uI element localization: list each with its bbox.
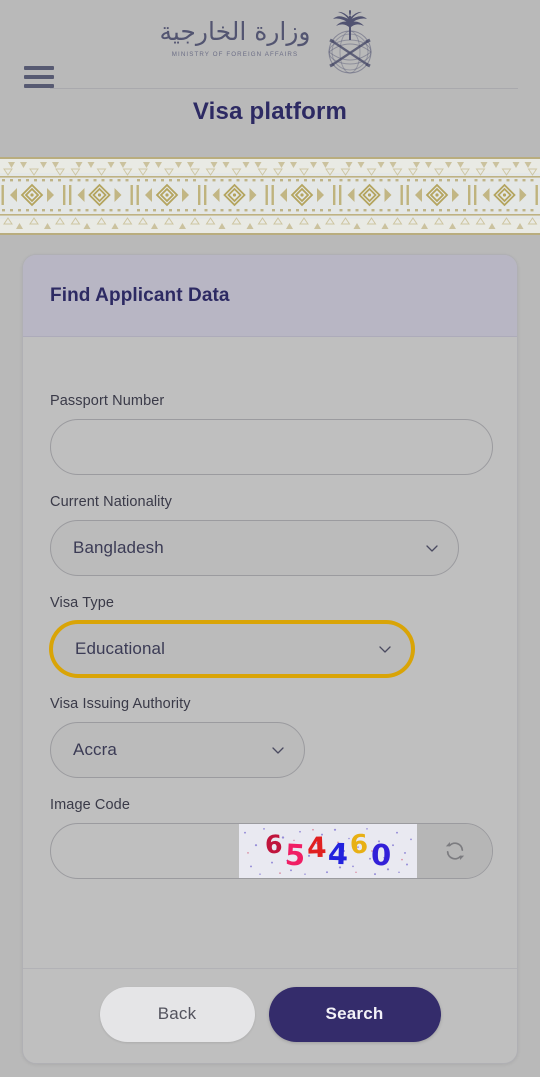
page-title: Visa platform bbox=[192, 98, 348, 125]
visa-type-value: Educational bbox=[75, 639, 165, 658]
ministry-logo: وزارة الخارجية MINISTRY OF FOREIGN AFFAI… bbox=[0, 10, 540, 78]
current-nationality-label: Current Nationality bbox=[50, 494, 172, 510]
card-header: Find Applicant Data bbox=[23, 255, 517, 337]
refresh-icon bbox=[445, 842, 464, 860]
captcha-digit-2: 5 bbox=[283, 837, 306, 873]
field-visa-issuing-authority: Visa Issuing Authority Accra bbox=[50, 696, 490, 778]
captcha-digit-6: 0 bbox=[370, 837, 392, 873]
visa-type-select[interactable]: Educational bbox=[50, 621, 414, 677]
captcha-digit-3: 4 bbox=[306, 830, 327, 864]
card-body: Passport Number Current Nationality Bang… bbox=[23, 337, 517, 968]
pattern-svg bbox=[0, 159, 540, 233]
captcha-digit-5: 6 bbox=[349, 829, 370, 861]
current-nationality-value: Bangladesh bbox=[73, 538, 164, 557]
chevron-down-icon bbox=[272, 747, 284, 754]
captcha-digit-4: 4 bbox=[327, 836, 350, 872]
back-button[interactable]: Back bbox=[99, 986, 255, 1042]
hamburger-bar-2 bbox=[24, 75, 54, 79]
image-code-label: Image Code bbox=[50, 797, 130, 813]
visa-issuing-authority-value: Accra bbox=[73, 740, 117, 759]
app-header: وزارة الخارجية MINISTRY OF FOREIGN AFFAI… bbox=[0, 0, 540, 157]
visa-type-label: Visa Type bbox=[50, 595, 115, 611]
visa-issuing-authority-select[interactable]: Accra bbox=[50, 722, 305, 778]
field-image-code: Image Code 6 5 4 4 6 0 bbox=[50, 797, 493, 879]
captcha-image: 6 5 4 4 6 0 bbox=[239, 824, 417, 878]
passport-number-label: Passport Number bbox=[50, 393, 165, 409]
captcha-digit-1: 6 bbox=[264, 828, 284, 860]
chevron-down-icon bbox=[379, 646, 391, 653]
hamburger-menu-icon[interactable] bbox=[24, 66, 54, 88]
card-title: Find Applicant Data bbox=[50, 284, 230, 306]
image-code-input[interactable] bbox=[51, 824, 239, 878]
field-current-nationality: Current Nationality Bangladesh bbox=[50, 494, 490, 576]
find-applicant-data-card: Find Applicant Data Passport Number Curr… bbox=[22, 254, 518, 1064]
logo-text-block: وزارة الخارجية MINISTRY OF FOREIGN AFFAI… bbox=[159, 10, 310, 58]
saudi-emblem-palm-swords-icon bbox=[328, 10, 371, 74]
decorative-pattern-band bbox=[0, 157, 540, 235]
captcha-refresh-button[interactable] bbox=[417, 824, 492, 878]
current-nationality-select[interactable]: Bangladesh bbox=[50, 520, 459, 576]
logo-arabic-text: وزارة الخارجية bbox=[159, 17, 311, 46]
field-passport-number: Passport Number bbox=[50, 393, 493, 475]
logo-english-text: MINISTRY OF FOREIGN AFFAIRS bbox=[171, 50, 299, 58]
header-divider bbox=[50, 88, 518, 89]
search-button[interactable]: Search bbox=[268, 986, 441, 1042]
passport-number-input[interactable] bbox=[50, 419, 493, 475]
card-footer: Back Search bbox=[23, 968, 517, 1063]
image-code-row: 6 5 4 4 6 0 bbox=[50, 823, 493, 879]
visa-issuing-authority-label: Visa Issuing Authority bbox=[50, 696, 191, 712]
chevron-down-icon bbox=[426, 545, 438, 552]
hamburger-bar-1 bbox=[24, 66, 54, 70]
captcha-code: 6 5 4 4 6 0 bbox=[264, 829, 391, 873]
field-visa-type: Visa Type Educational bbox=[50, 595, 490, 677]
